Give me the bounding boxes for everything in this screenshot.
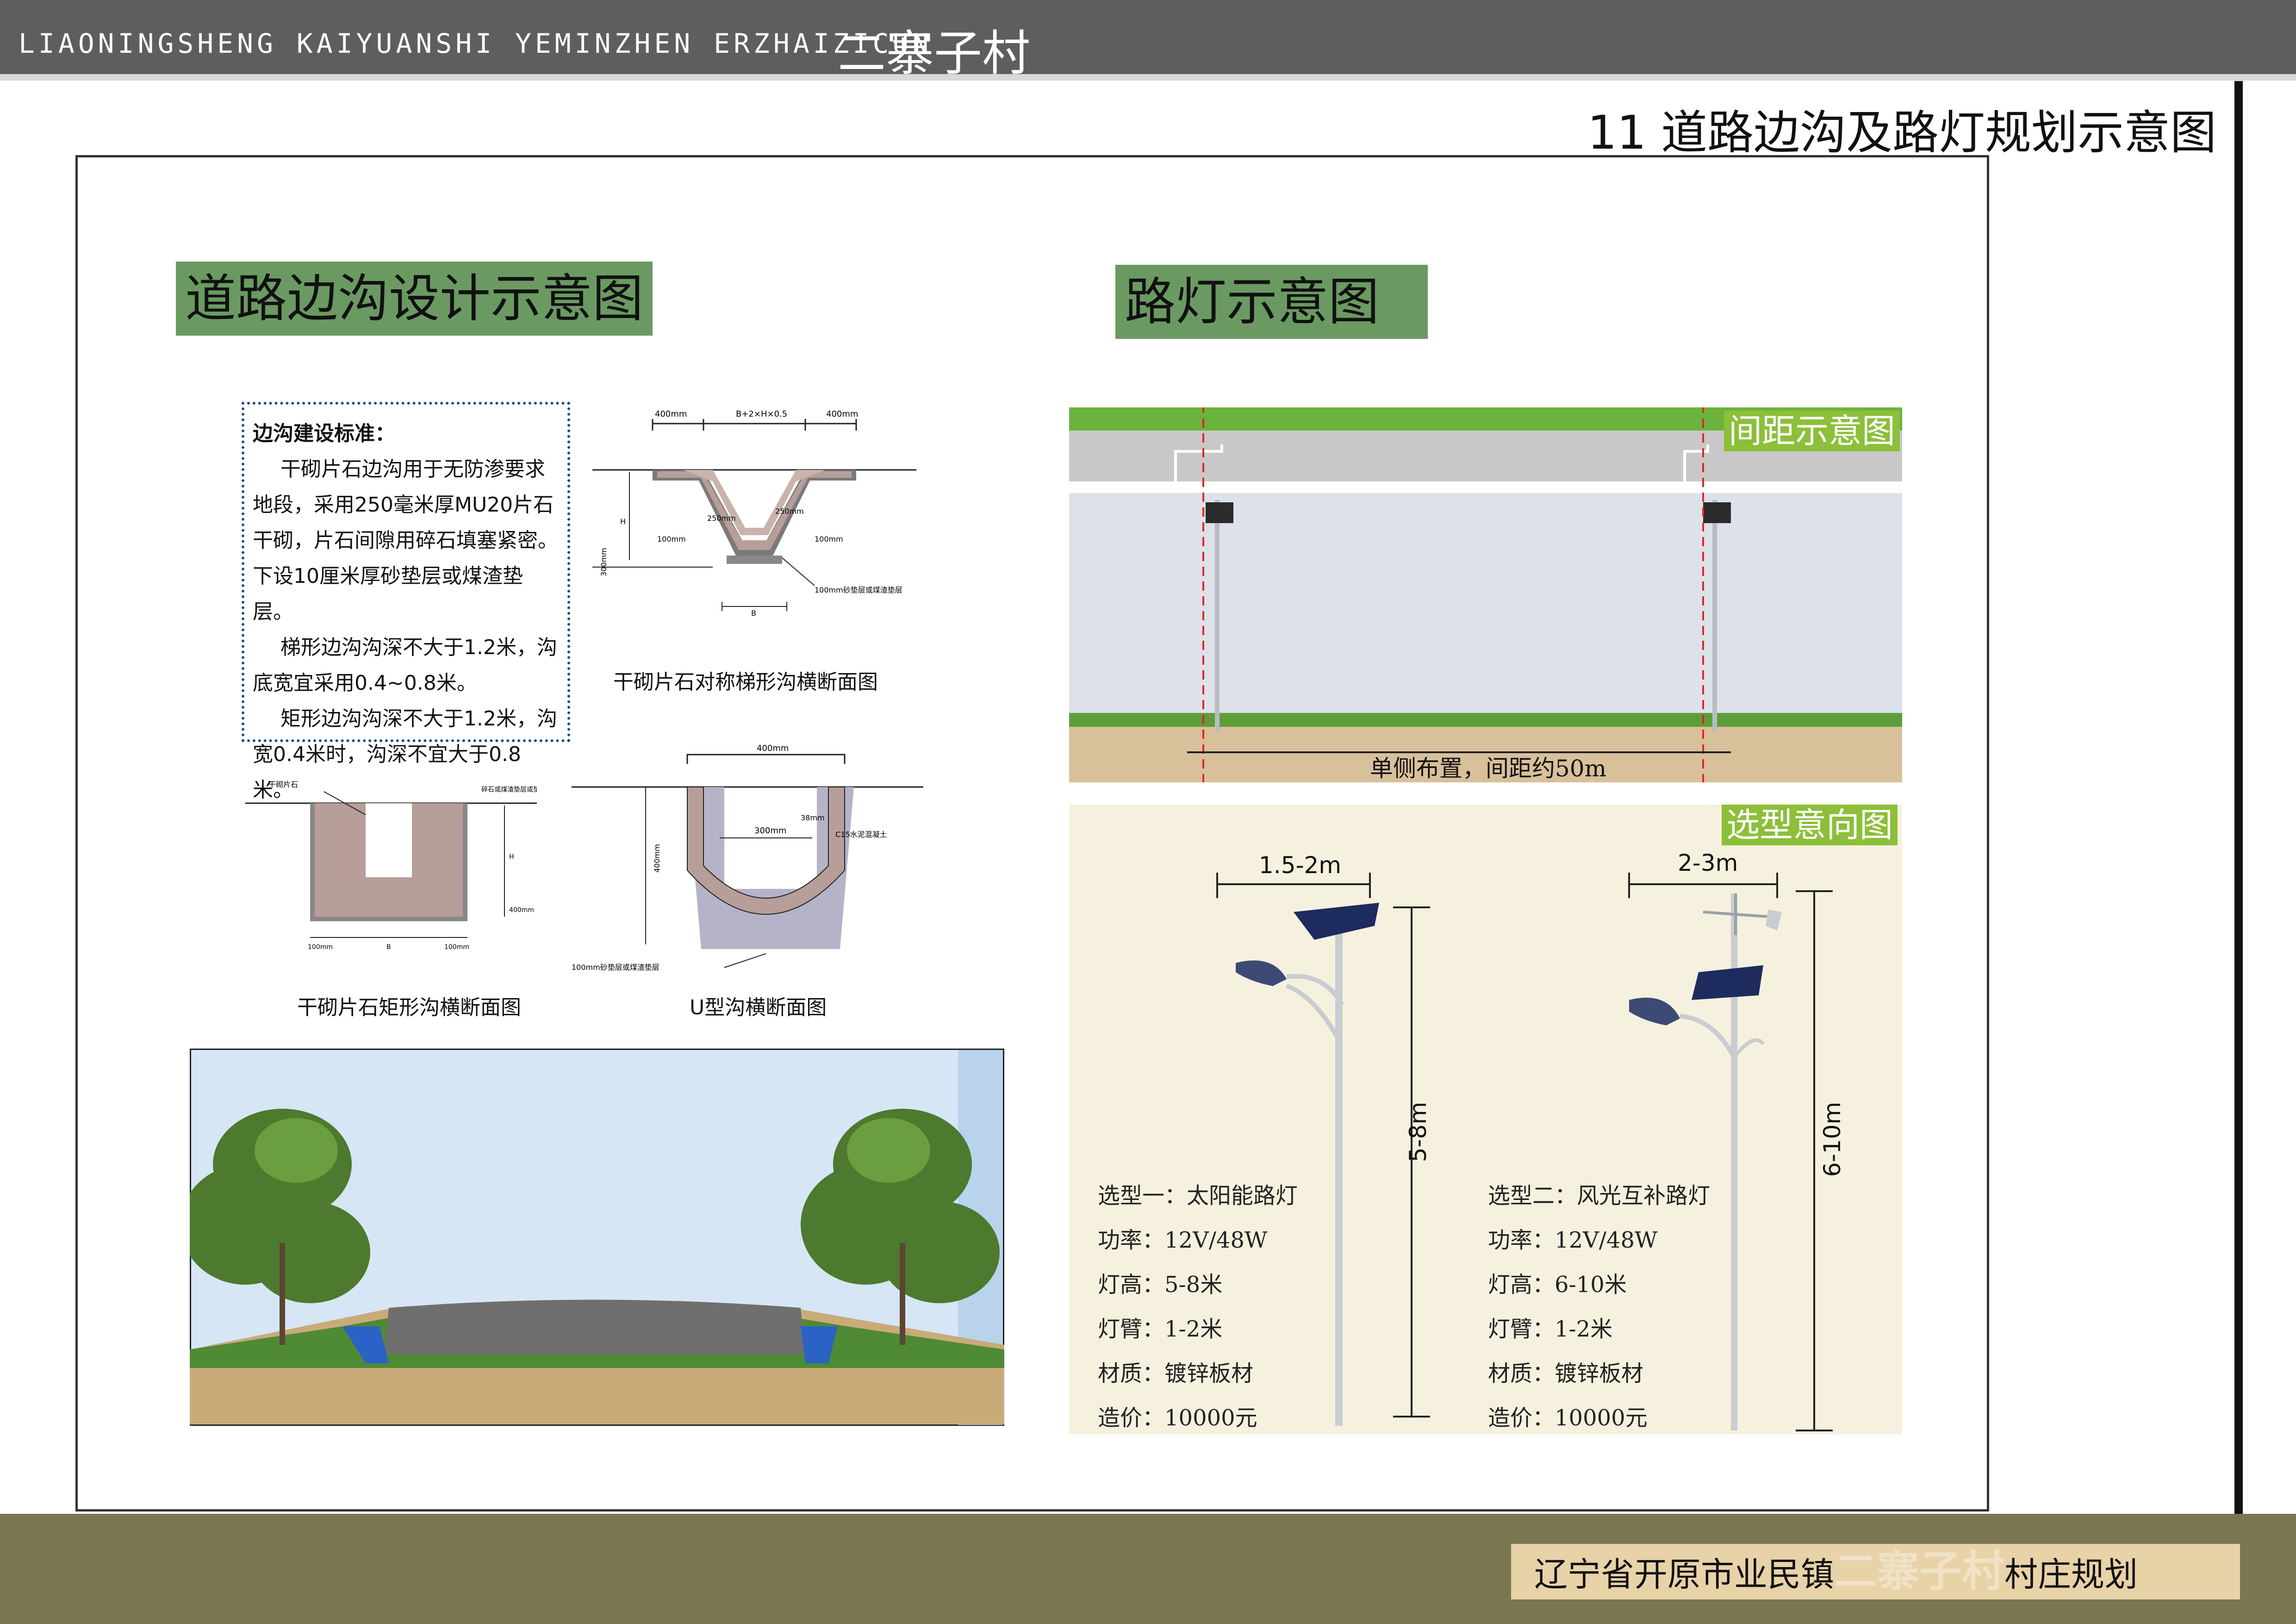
trap-label-thickness: 100mm [815,535,843,543]
lamp1-spec-line: 功率：12V/48W [1098,1227,1268,1253]
caption-rect: 干砌片石矩形沟横断面图 [297,996,521,1019]
lamp2-spec-line: 选型二：风光互补路灯 [1488,1183,1711,1209]
spacing-tag: 间距示意图 [1724,411,1900,451]
rect-label-h2: 400mm [509,906,534,914]
rect-label-stone: 干砌片石 [268,780,298,789]
u-label-inner: 300mm [754,826,786,836]
rect-label-pad: 碎石或煤渣垫层或垫层 [481,786,537,793]
trap-label-thickness: 250mm [707,514,736,523]
trap-label-top-mid: B+2×H×0.5 [736,409,787,419]
caption-trapezoid: 干砌片石对称梯形沟横断面图 [613,670,878,694]
trap-label-top-left: 400mm [655,409,687,419]
header-pinyin: LIAONINGSHENG KAIYUANSHI YEMINZHEN ERZHA… [19,28,933,59]
lamp1-spec-line: 灯高：5-8米 [1098,1272,1223,1298]
trap-label-hside: 300mm [599,548,608,576]
standards-line: 干砌，片石间隙用碎石填塞紧密。 [253,529,558,552]
lamp1-spec-line: 造价：10000元 [1098,1405,1257,1431]
lamp1-spec-line: 选型一：太阳能路灯 [1098,1183,1298,1209]
lamp2-spec-line: 造价：10000元 [1488,1405,1648,1431]
u-label-pad: 100mm砂垫层或煤渣垫层 [572,963,660,972]
ditch-standards-box: 边沟建设标准： 干砌片石边沟用于无防渗要求 地段，采用250毫米厚MU20片石 … [242,402,570,802]
lamp2-spec-line: 灯臂：1-2米 [1488,1316,1613,1342]
rect-label-b3: 100mm [444,943,469,951]
footer-label: 辽宁省开原市业民镇二寨子村村庄规划 [1511,1544,2240,1599]
lamp2-spec-line: 功率：12V/48W [1488,1227,1658,1253]
standards-heading: 边沟建设标准： [253,422,395,445]
rect-label-b2: B [386,943,391,951]
lamp2-spec-line: 灯高：6-10米 [1488,1272,1627,1298]
footer-village: 二寨子村 [1834,1547,2005,1596]
lamp2-height-label: 6-10m [1819,1102,1846,1177]
rect-ditch-diagram: 干砌片石 碎石或煤渣垫层或垫层 100mm B 100mm H 400mm [245,780,537,951]
caption-u: U型沟横断面图 [690,996,827,1019]
trap-label-top-right: 400mm [826,409,858,419]
lamp2-arm-label: 2-3m [1678,849,1738,876]
footer-prefix: 辽宁省开原市业民镇 [1534,1555,1835,1594]
standards-line: 梯形边沟沟深不大于1.2米，沟 [280,636,557,659]
trap-label-pad: 100mm砂垫层或煤渣垫层 [815,586,902,594]
standards-line: 下设10厘米厚砂垫层或煤渣垫层。 [253,564,523,624]
trap-label-b: B [751,609,756,618]
u-ditch-diagram: 400mm 300mm 38mm C15水泥混凝土 100mm砂垫层或煤渣垫层 … [572,743,923,972]
trapezoid-ditch-diagram: 400mm B+2×H×0.5 400mm 250mm 250mm 100mm … [592,409,916,618]
standards-line: 地段，采用250毫米厚MU20片石 [253,493,554,517]
standards-line: 底宽宜采用0.4~0.8米。 [253,671,477,695]
header-underline [0,74,2296,81]
right-edge-bar [2234,81,2243,1624]
lamp2-specs: 选型二：风光互补路灯 功率：12V/48W 灯高：6-10米 灯臂：1-2米 材… [1488,1174,1710,1440]
lamp-section-title: 路灯示意图 [1115,265,1428,339]
spacing-note: 单侧布置，间距约50m [1370,755,1607,782]
model-tag: 选型意向图 [1722,805,1898,845]
u-label-top: 400mm [757,743,789,753]
footer-suffix: 村庄规划 [2004,1555,2138,1594]
lamp1-spec-line: 灯臂：1-2米 [1098,1316,1223,1342]
lamp1-spec-line: 材质：镀锌板材 [1098,1361,1254,1387]
u-label-concrete: C15水泥混凝土 [835,830,887,839]
rect-label-b1: 100mm [308,943,333,951]
lamp1-height-label: 5-8m [1405,1102,1431,1162]
road-section-illustration [190,1049,1004,1426]
lamp-spacing-diagram [1069,407,1902,782]
standards-line: 干砌片石边沟用于无防渗要求 [280,457,545,481]
u-label-h: 400mm [653,844,661,873]
standards-line: 矩形边沟沟深不大于1.2米，沟 [280,707,557,731]
lamp1-specs: 选型一：太阳能路灯 功率：12V/48W 灯高：5-8米 灯臂：1-2米 材质：… [1098,1174,1298,1440]
page-title: 11 道路边沟及路灯规划示意图 [1587,106,2217,160]
trap-label-thickness: 250mm [775,507,804,516]
rect-label-h: H [509,853,514,861]
trap-label-h: H [620,517,626,526]
u-label-thickness: 38mm [801,813,825,822]
lamp1-arm-label: 1.5-2m [1259,852,1342,879]
header-village-name: 二寨子村 [838,25,1031,81]
ditch-section-title: 道路边沟设计示意图 [176,262,653,336]
lamp2-spec-line: 材质：镀锌板材 [1488,1361,1644,1387]
trap-label-thickness: 100mm [657,535,686,543]
